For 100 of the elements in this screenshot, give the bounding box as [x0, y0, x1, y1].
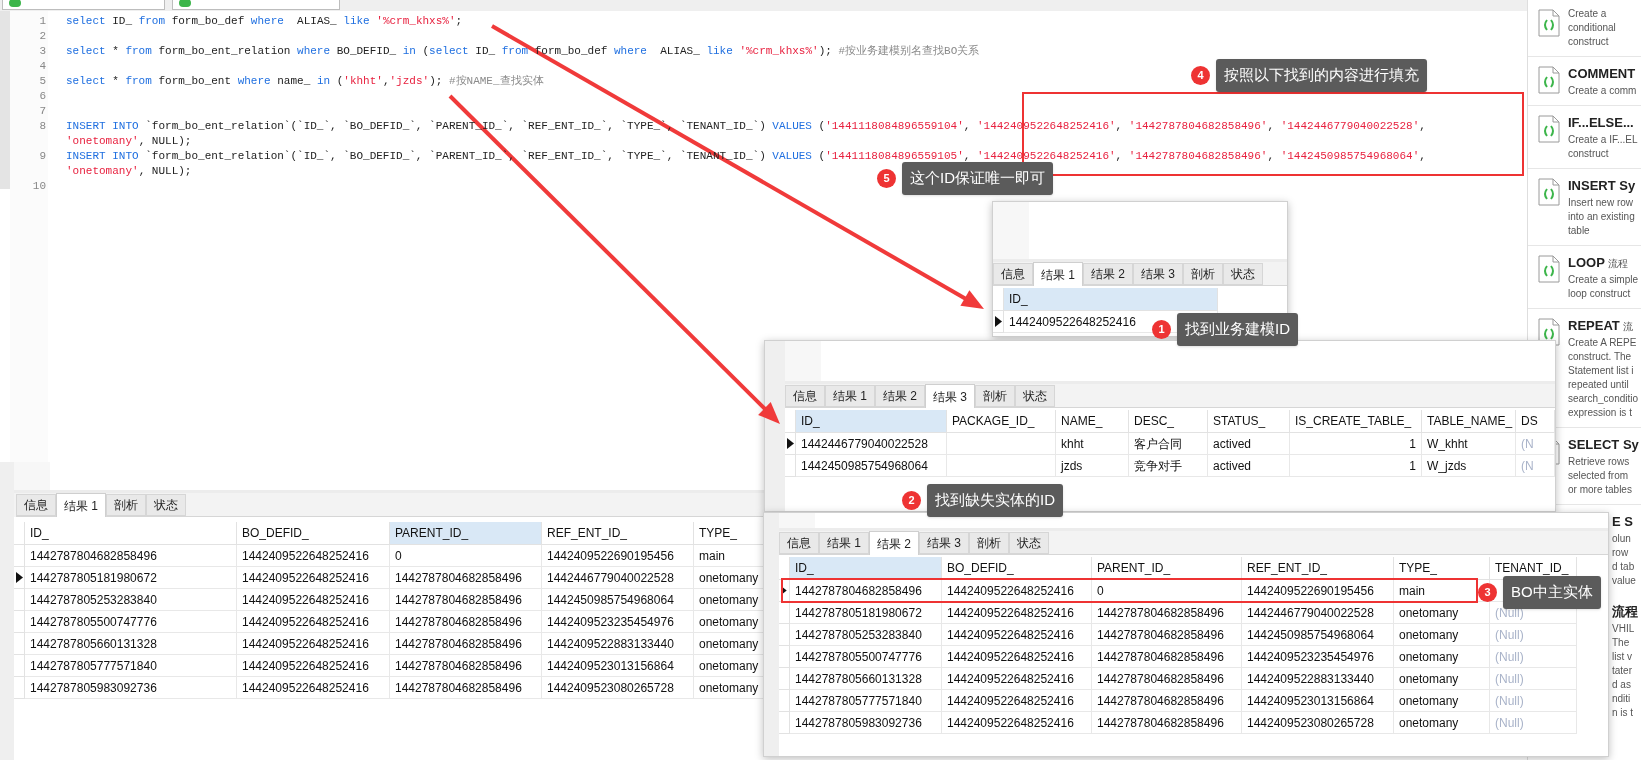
table-cell: 1442787804682858496: [1092, 668, 1242, 690]
annotation-label: 这个ID保证唯一即可: [902, 162, 1053, 195]
table-cell: 客户合同: [1129, 433, 1208, 455]
snippet-description: nditi: [1612, 692, 1631, 706]
result-tab[interactable]: 结果 2: [875, 385, 926, 407]
column-header[interactable]: ID_: [25, 522, 237, 545]
column-header[interactable]: DESC_: [1129, 410, 1208, 433]
snippet-category: 流: [1622, 320, 1633, 334]
snippet-description: conditional: [1568, 21, 1616, 35]
snippet-description: value: [1612, 574, 1636, 588]
annotation-label: 找到业务建模ID: [1177, 313, 1298, 346]
table-cell: (Null): [1490, 668, 1577, 690]
table-cell: 1442446779040022528: [542, 567, 694, 589]
table-cell: 1442787804682858496: [390, 567, 542, 589]
snippet-description: Statement list i: [1568, 364, 1635, 378]
table-cell: 1442409522648252416: [942, 646, 1092, 668]
table-cell: 1442409522648252416: [237, 633, 390, 655]
result-tab[interactable]: 信息: [993, 263, 1033, 285]
snippet-title: E S: [1612, 513, 1633, 531]
table-cell: 1442787804682858496: [390, 655, 542, 677]
result-tab[interactable]: 结果 3: [1133, 263, 1184, 285]
result-tab[interactable]: 结果 3: [925, 384, 976, 408]
table-cell: 1442787805777571840: [25, 655, 237, 677]
result-tab[interactable]: 结果 2: [1083, 263, 1134, 285]
table-cell: W_khht: [1422, 433, 1516, 455]
line-number: 2: [39, 29, 46, 45]
table-cell: onetomany: [1394, 690, 1490, 712]
result-tab[interactable]: 结果 1: [819, 532, 869, 554]
snippet-title: SELECT Sy: [1568, 436, 1639, 454]
column-header[interactable]: NAME_: [1056, 410, 1129, 433]
result-tab[interactable]: 结果 1: [56, 493, 106, 517]
line-number: 5: [39, 74, 46, 90]
column-header[interactable]: ID_: [796, 410, 947, 433]
result-tab[interactable]: 结果 2: [869, 531, 920, 555]
snippet-description: or more tables: [1568, 483, 1633, 497]
snippet-title: REPEAT: [1568, 317, 1620, 335]
result-tab[interactable]: 信息: [16, 494, 56, 516]
result-tab[interactable]: 状态: [1223, 263, 1264, 285]
table-cell: 1442409522648252416: [237, 567, 390, 589]
column-header[interactable]: ID_: [1004, 288, 1218, 311]
column-header[interactable]: DS: [1516, 410, 1555, 433]
column-header[interactable]: PARENT_ID_: [390, 522, 542, 545]
line-number: 10: [32, 179, 46, 195]
line-number: 7: [39, 104, 46, 120]
table-cell: 1442787805500747776: [25, 611, 237, 633]
table-cell: 1442409522648252416: [942, 602, 1092, 624]
table-cell: 1442409522690195456: [542, 545, 694, 567]
result-tab[interactable]: 剖析: [969, 532, 1010, 554]
snippet-description: row: [1612, 546, 1629, 560]
table-cell: onetomany: [1394, 624, 1490, 646]
result-tab[interactable]: 状态: [146, 494, 186, 516]
column-header[interactable]: ID_: [790, 557, 942, 580]
step-badge: 5: [877, 168, 896, 188]
table-cell: 0: [390, 545, 542, 567]
table-cell: 1442787804682858496: [1092, 602, 1242, 624]
table-cell: 1442409522883133440: [542, 633, 694, 655]
snippet-description: n is t: [1612, 706, 1634, 720]
result-tab[interactable]: 结果 3: [919, 532, 970, 554]
code-line: select * from form_bo_ent where name_ in ('khht','jzds'); #按NAME_查找实体: [66, 74, 544, 90]
result-tab[interactable]: 剖析: [106, 494, 146, 516]
table-cell: 1442409522648252416: [942, 668, 1092, 690]
table-cell: 1442409522648252416: [237, 655, 390, 677]
snippet-description: table: [1568, 224, 1591, 238]
result-tab[interactable]: 信息: [785, 385, 825, 407]
snippet-description: tater: [1612, 664, 1632, 678]
annotation-label: BO中主实体: [1503, 576, 1601, 609]
result-tab[interactable]: 剖析: [1183, 263, 1224, 285]
snippet-title: COMMENT: [1568, 65, 1636, 83]
table-cell: actived: [1208, 433, 1290, 455]
table-cell: 1442409522648252416: [942, 624, 1092, 646]
column-header[interactable]: BO_DEFID_: [237, 522, 390, 545]
line-number: 8: [39, 119, 46, 135]
column-header[interactable]: TABLE_NAME_: [1422, 410, 1516, 433]
table-cell: 1: [1290, 433, 1422, 455]
table-cell: 0: [1092, 580, 1242, 602]
table-cell: onetomany: [1394, 602, 1490, 624]
snippet-description: Create a simple: [1568, 273, 1639, 287]
result-tab[interactable]: 剖析: [975, 385, 1016, 407]
annotation-label: 按照以下找到的内容进行填充: [1216, 59, 1427, 92]
result-tab[interactable]: 结果 1: [825, 385, 875, 407]
table-cell: 1442446779040022528: [1242, 602, 1394, 624]
table-cell: 1442787805983092736: [790, 712, 942, 734]
line-number: 1: [39, 14, 46, 30]
result-tab[interactable]: 信息: [779, 532, 819, 554]
table-cell: 1442446779040022528: [796, 433, 947, 455]
table-cell: 1: [1290, 455, 1422, 477]
table-cell: 1442409522648252416: [942, 690, 1092, 712]
column-header[interactable]: STATUS_: [1208, 410, 1290, 433]
snippet-description: Create A REPE: [1568, 336, 1638, 350]
table-cell: 1442787805181980672: [25, 567, 237, 589]
table-cell: (Null): [1490, 712, 1577, 734]
result-tab[interactable]: 状态: [1009, 532, 1050, 554]
table-cell: 1442409522690195456: [1242, 580, 1394, 602]
snippet-description: expression is t: [1568, 406, 1633, 420]
result-tab[interactable]: 结果 1: [1033, 262, 1083, 286]
annotation-label: 找到缺失实体的ID: [927, 484, 1063, 517]
result-tab[interactable]: 状态: [1015, 385, 1056, 407]
column-header[interactable]: REF_ENT_ID_: [542, 522, 694, 545]
column-header[interactable]: IS_CREATE_TABLE_: [1290, 410, 1422, 433]
column-header[interactable]: PACKAGE_ID_: [947, 410, 1056, 433]
